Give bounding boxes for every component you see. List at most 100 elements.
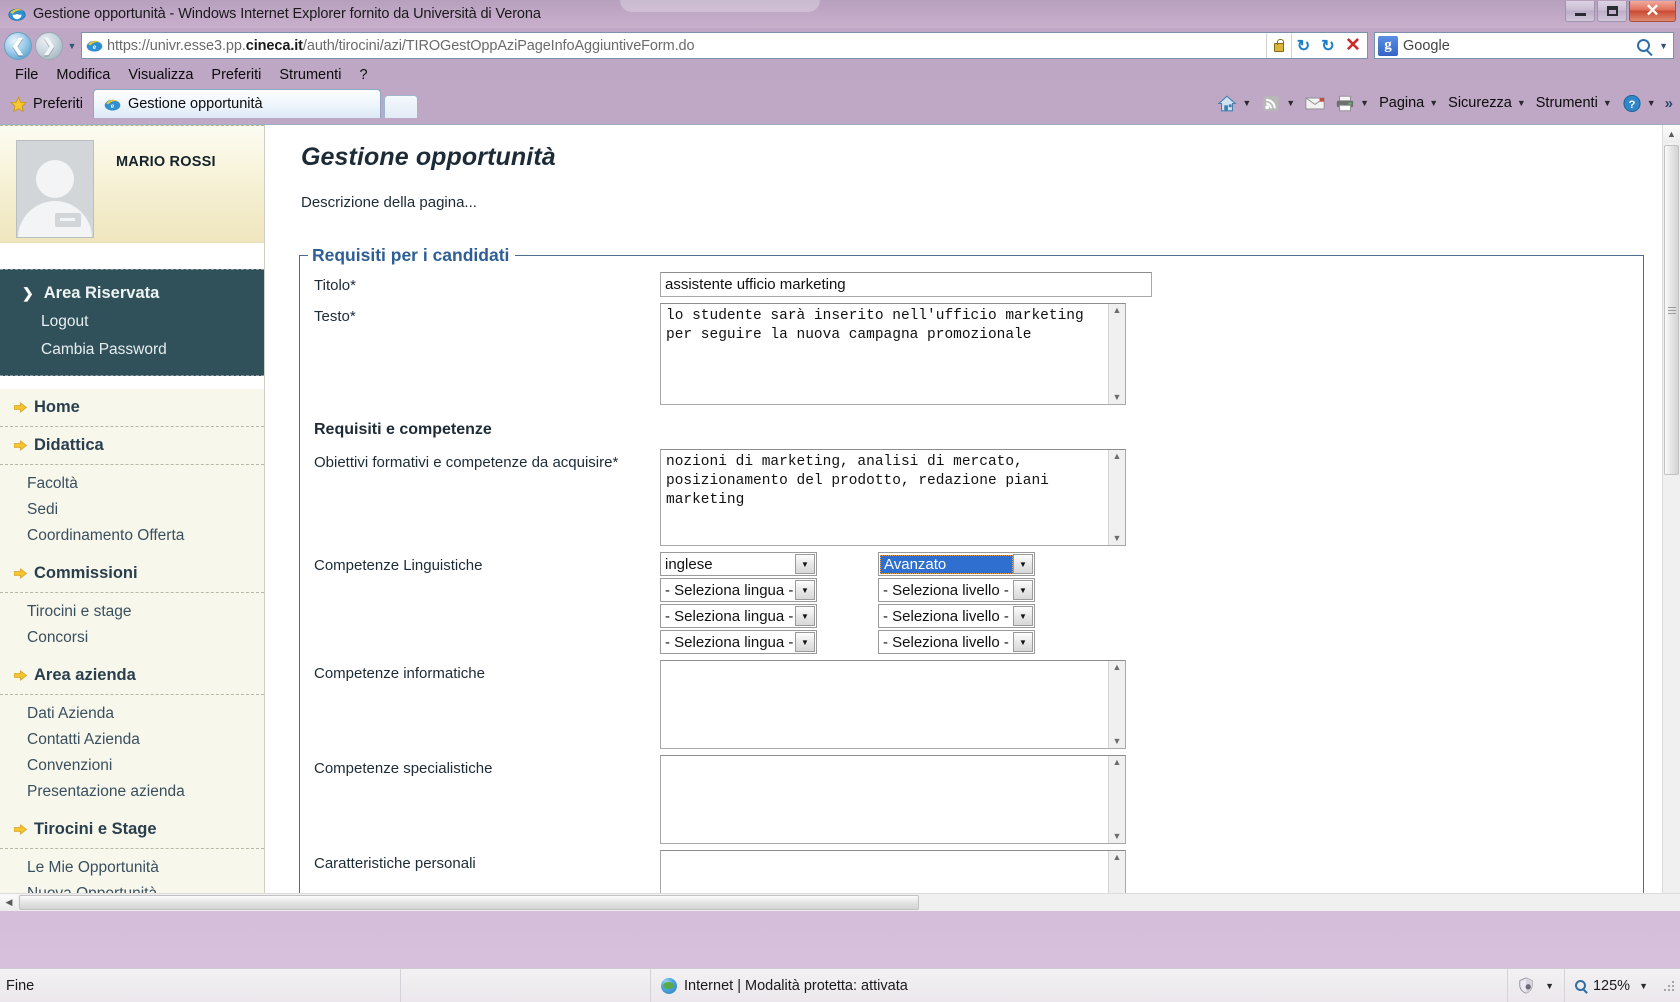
feeds-dropdown-icon[interactable]: ▼ [1286, 98, 1295, 108]
scroll-down-icon[interactable]: ▼ [1113, 737, 1122, 746]
chevron-down-icon[interactable]: ▼ [1013, 606, 1033, 626]
protected-mode-indicator[interactable]: ▼ [1507, 968, 1564, 1002]
scroll-down-icon[interactable]: ▼ [1113, 393, 1122, 402]
security-zone-indicator[interactable]: Internet | Modalità protetta: attivata [650, 968, 918, 1002]
sidebar-item-sedi[interactable]: Sedi [0, 497, 264, 523]
sidebar-item-area-riservata[interactable]: ❯ Area Riservata [0, 279, 264, 308]
security-menu-button[interactable]: Sicurezza ▼ [1443, 92, 1531, 114]
sidebar-item-facolta[interactable]: Facoltà [0, 471, 264, 497]
testo-textarea-value[interactable]: lo studente sarà inserito nell'ufficio m… [661, 304, 1108, 404]
help-menu-button[interactable]: ? ▼ [1617, 91, 1661, 116]
menu-preferiti[interactable]: Preferiti [202, 65, 270, 85]
competenze-informatiche-value[interactable] [661, 661, 1108, 748]
page-vertical-scrollbar[interactable]: ▲ ▼ [1662, 125, 1680, 911]
language-select-3[interactable]: - Seleziona lingua - ▼ [660, 604, 817, 628]
level-select-3[interactable]: - Seleziona livello - ▼ [878, 604, 1035, 628]
scroll-down-icon[interactable]: ▼ [1113, 832, 1122, 841]
sidebar-item-tirocini-e-stage-sub[interactable]: Tirocini e stage [0, 599, 264, 625]
scroll-up-icon[interactable]: ▲ [1113, 758, 1122, 767]
menu-help[interactable]: ? [350, 65, 376, 85]
page-menu-button[interactable]: Pagina ▼ [1374, 92, 1443, 114]
level-select-1[interactable]: Avanzato ▼ [878, 552, 1035, 576]
tools-menu-button[interactable]: Strumenti ▼ [1531, 92, 1617, 114]
favorites-button[interactable]: Preferiti [8, 91, 93, 117]
sidebar-item-didattica[interactable]: Didattica [0, 427, 264, 465]
minimize-button[interactable] [1565, 1, 1595, 22]
level-select-4[interactable]: - Seleziona livello - ▼ [878, 630, 1035, 654]
sidebar-item-logout[interactable]: Logout [0, 308, 264, 336]
sidebar-item-coordinamento-offerta[interactable]: Coordinamento Offerta [0, 523, 264, 549]
search-input[interactable]: Google [1403, 38, 1637, 54]
forward-button[interactable]: ❯ [35, 31, 63, 60]
help-dropdown-icon[interactable]: ▼ [1647, 98, 1656, 108]
chevron-down-icon[interactable]: ▼ [1013, 632, 1033, 652]
scroll-up-icon[interactable]: ▲ [1113, 452, 1122, 461]
competenze-specialistiche-textarea[interactable]: ▲ ▼ [660, 755, 1126, 844]
close-button[interactable]: ✕ [1629, 1, 1676, 22]
competenze-specialistiche-scrollbar[interactable]: ▲ ▼ [1108, 756, 1125, 843]
competenze-informatiche-textarea[interactable]: ▲ ▼ [660, 660, 1126, 749]
testo-textarea-scrollbar[interactable]: ▲ ▼ [1108, 304, 1125, 404]
chevron-down-icon[interactable]: ▼ [795, 580, 815, 600]
zoom-dropdown-icon[interactable]: ▼ [1639, 981, 1648, 991]
security-lock-icon[interactable] [1266, 33, 1290, 58]
search-box[interactable]: g Google ▼ [1374, 32, 1674, 59]
menu-visualizza[interactable]: Visualizza [119, 65, 202, 85]
command-bar-overflow-icon[interactable]: » [1661, 95, 1676, 112]
refresh-button[interactable]: ↻ [1316, 33, 1340, 58]
sidebar-item-area-azienda[interactable]: Area azienda [0, 657, 264, 695]
feeds-button[interactable]: ▼ [1256, 91, 1300, 116]
testo-textarea[interactable]: lo studente sarà inserito nell'ufficio m… [660, 303, 1126, 405]
menu-strumenti[interactable]: Strumenti [270, 65, 350, 85]
scroll-left-button[interactable]: ◀ [0, 894, 18, 911]
scroll-up-icon[interactable]: ▲ [1113, 663, 1122, 672]
new-tab-button[interactable] [383, 95, 418, 118]
address-bar[interactable]: e https://univr.esse3.pp.cineca.it/auth/… [81, 32, 1368, 59]
language-select-4[interactable]: - Seleziona lingua - ▼ [660, 630, 817, 654]
home-dropdown-icon[interactable]: ▼ [1242, 98, 1251, 108]
sidebar-item-tirocini-e-stage[interactable]: Tirocini e Stage [0, 811, 264, 849]
scroll-up-button[interactable]: ▲ [1663, 125, 1680, 143]
chevron-down-icon[interactable]: ▼ [795, 632, 815, 652]
hscroll-thumb[interactable] [19, 895, 919, 910]
print-dropdown-icon[interactable]: ▼ [1360, 98, 1369, 108]
scroll-down-icon[interactable]: ▼ [1113, 534, 1122, 543]
zoom-level-indicator[interactable]: 125% ▼ [1563, 968, 1658, 1002]
menu-modifica[interactable]: Modifica [47, 65, 119, 85]
menu-file[interactable]: File [6, 65, 47, 85]
scroll-up-icon[interactable]: ▲ [1113, 306, 1122, 315]
tools-dropdown-icon[interactable]: ▼ [1603, 98, 1612, 108]
scroll-up-icon[interactable]: ▲ [1113, 853, 1122, 862]
competenze-specialistiche-value[interactable] [661, 756, 1108, 843]
competenze-informatiche-scrollbar[interactable]: ▲ ▼ [1108, 661, 1125, 748]
chevron-down-icon[interactable]: ▼ [1013, 554, 1033, 574]
sidebar-item-le-mie-opportunita[interactable]: Le Mie Opportunità [0, 855, 264, 881]
protected-mode-dropdown-icon[interactable]: ▼ [1545, 981, 1554, 991]
level-select-2[interactable]: - Seleziona livello - ▼ [878, 578, 1035, 602]
maximize-button[interactable] [1597, 1, 1627, 22]
read-mail-button[interactable] [1300, 91, 1330, 116]
page-dropdown-icon[interactable]: ▼ [1429, 98, 1438, 108]
window-resize-grip[interactable] [1662, 979, 1676, 993]
back-button[interactable]: ❮ [4, 31, 32, 60]
language-select-1[interactable]: inglese ▼ [660, 552, 817, 576]
sidebar-item-concorsi[interactable]: Concorsi [0, 625, 264, 651]
titolo-input[interactable] [660, 272, 1152, 297]
sidebar-item-convenzioni[interactable]: Convenzioni [0, 753, 264, 779]
sidebar-item-cambia-password[interactable]: Cambia Password [0, 336, 264, 364]
sidebar-item-presentazione-azienda[interactable]: Presentazione azienda [0, 779, 264, 805]
sidebar-item-contatti-azienda[interactable]: Contatti Azienda [0, 727, 264, 753]
page-horizontal-scrollbar[interactable]: ◀ [0, 893, 1680, 911]
sidebar-item-commissioni[interactable]: Commissioni [0, 555, 264, 593]
security-dropdown-icon[interactable]: ▼ [1517, 98, 1526, 108]
compatibility-view-icon[interactable]: ↻ [1291, 33, 1315, 58]
recent-pages-dropdown-icon[interactable]: ▼ [66, 32, 78, 60]
obiettivi-textarea[interactable]: nozioni di marketing, analisi di mercato… [660, 449, 1126, 546]
language-select-2[interactable]: - Seleziona lingua - ▼ [660, 578, 817, 602]
stop-button[interactable]: ✕ [1341, 33, 1365, 58]
sidebar-item-dati-azienda[interactable]: Dati Azienda [0, 701, 264, 727]
chevron-down-icon[interactable]: ▼ [1013, 580, 1033, 600]
obiettivi-textarea-scrollbar[interactable]: ▲ ▼ [1108, 450, 1125, 545]
obiettivi-textarea-value[interactable]: nozioni di marketing, analisi di mercato… [661, 450, 1108, 545]
search-icon[interactable] [1637, 39, 1651, 52]
